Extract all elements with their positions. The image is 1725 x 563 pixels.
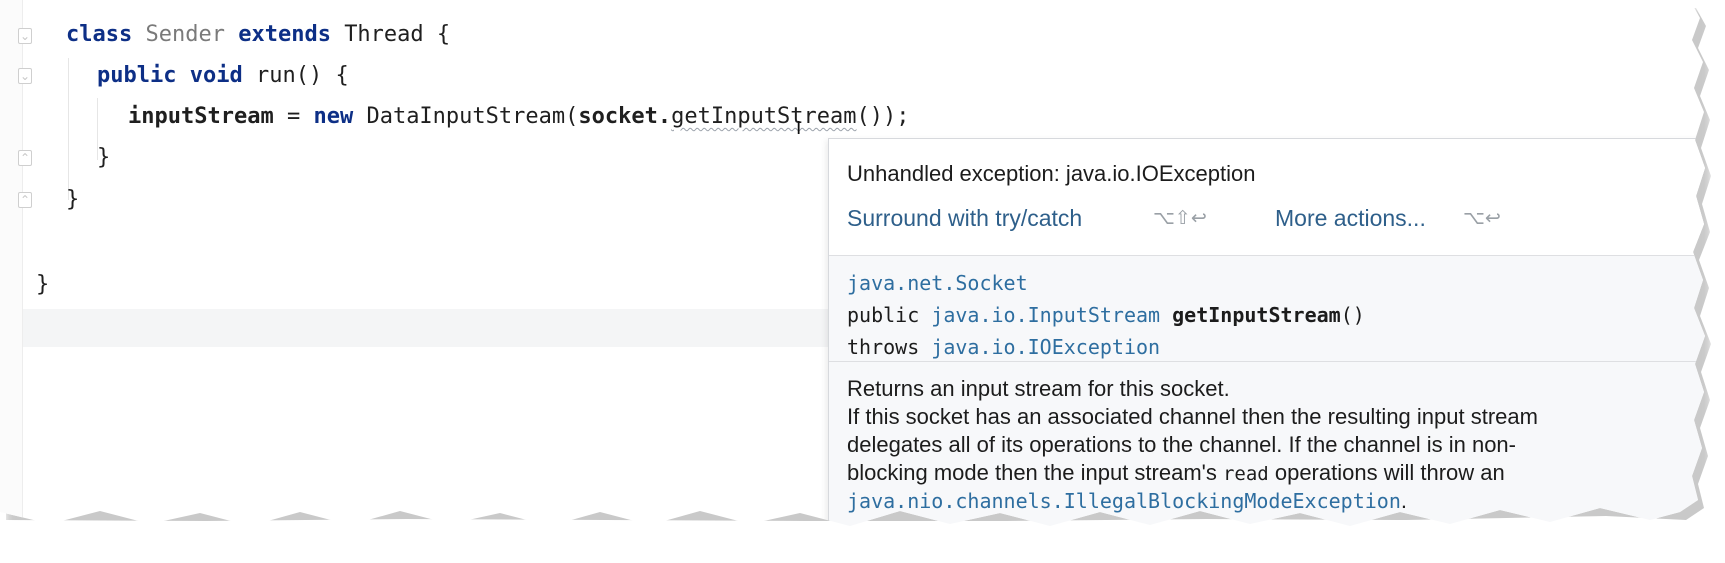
throws-clause: throws java.io.IOException <box>847 335 1160 359</box>
method-name: getInputStream <box>1172 303 1341 327</box>
exception-doc-link[interactable]: java.nio.channels.IllegalBlockingModeExc… <box>847 489 1401 513</box>
code-line-1[interactable]: class Sender extends Thread { <box>66 21 450 49</box>
parens: () <box>1340 303 1365 327</box>
modifier: public <box>847 303 932 327</box>
fold-end-icon[interactable]: ⌃ <box>18 192 32 208</box>
fold-end-icon[interactable]: ⌃ <box>18 150 32 166</box>
doc-text: delegates all of its operations to the c… <box>847 432 1516 457</box>
fold-icon[interactable]: ⌄ <box>18 28 32 44</box>
indent-guide <box>68 58 69 200</box>
doc-text-part: . <box>1400 488 1408 513</box>
class-link[interactable]: java.net.Socket <box>847 271 1028 295</box>
field-name: socket. <box>578 104 672 129</box>
code-line-6[interactable]: } <box>36 271 49 299</box>
keyword: public <box>97 63 177 88</box>
inline-code: read <box>1222 463 1269 485</box>
divider <box>829 361 1705 362</box>
code-line-4[interactable]: } <box>97 144 110 172</box>
code-text: ()); <box>856 104 910 129</box>
doc-text: If this socket has an associated channel… <box>847 404 1538 429</box>
fold-icon[interactable]: ⌄ <box>18 68 32 84</box>
code-line-3[interactable]: inputStream = new DataInputStream(socket… <box>128 103 910 131</box>
doc-text-part: operations will throw an <box>1268 460 1505 485</box>
error-highlight[interactable]: getInputStream <box>671 104 856 129</box>
code-text: DataInputStream( <box>366 104 579 129</box>
exception-link[interactable]: java.io.IOException <box>931 335 1160 359</box>
error-message: Unhandled exception: java.io.IOException <box>847 161 1256 186</box>
doc-text: blocking mode then the input stream's re… <box>847 459 1697 488</box>
shortcut-hint: ⌥⇧↩ <box>1153 207 1207 229</box>
type-link[interactable]: java.io.InputStream <box>931 303 1160 327</box>
code-text: = <box>273 104 314 129</box>
surround-try-catch-action[interactable]: Surround with try/catch <box>847 205 1082 232</box>
shortcut-hint: ⌥↩ <box>1463 207 1501 229</box>
editor-screenshot: ⌄ ⌄ ⌃ ⌃ class Sender extends Thread { pu… <box>0 0 1705 526</box>
quick-documentation-popup: Unhandled exception: java.io.IOException… <box>828 138 1705 526</box>
code-line-2[interactable]: public void run() { <box>97 62 349 90</box>
keyword: new <box>313 104 354 129</box>
doc-text-part: blocking mode then the input stream's <box>847 460 1223 485</box>
code-line-5[interactable]: } <box>66 186 79 214</box>
field-name: inputStream <box>128 104 274 129</box>
text-cursor-icon: I <box>796 118 802 139</box>
throws-keyword: throws <box>847 335 932 359</box>
doc-text: Returns an input stream for this socket. <box>847 376 1230 401</box>
method-signature: public java.io.InputStream getInputStrea… <box>847 303 1365 327</box>
keyword: class <box>66 22 133 47</box>
popup-header: Unhandled exception: java.io.IOException… <box>829 139 1705 256</box>
class-name: Sender <box>145 22 225 47</box>
keyword: void <box>189 63 243 88</box>
keyword: extends <box>238 22 331 47</box>
declaring-class: java.net.Socket <box>847 271 1028 295</box>
doc-text: java.nio.channels.IllegalBlockingModeExc… <box>847 487 1697 515</box>
more-actions-action[interactable]: More actions... <box>1275 205 1426 232</box>
code-text: run() { <box>255 63 349 88</box>
code-text: Thread { <box>344 22 451 47</box>
